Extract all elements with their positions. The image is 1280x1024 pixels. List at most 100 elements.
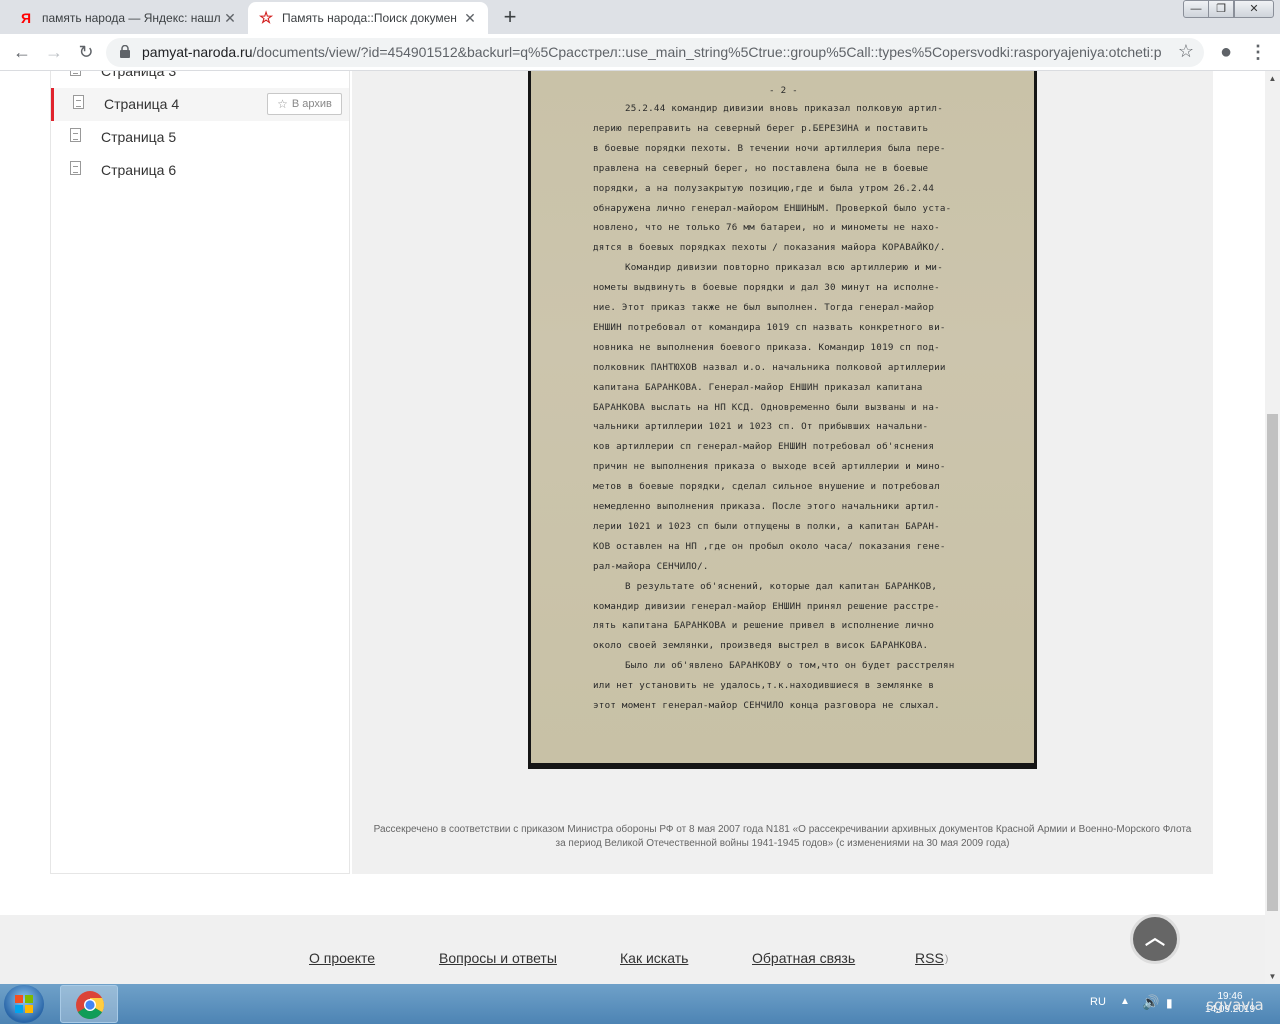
document-text-line: немедленно выполнения приказа. После это… [593, 501, 940, 512]
browser-tab-strip: Я память народа — Яндекс: нашл ✕ ☆ Памят… [0, 0, 1280, 34]
chrome-icon [76, 991, 104, 1019]
footer-link-about[interactable]: О проекте [309, 950, 375, 966]
archive-button-label: В архив [291, 98, 332, 110]
windows-taskbar: RU ▲ 🔊 ▮ 19:46 14.09.2019 [0, 984, 1280, 1024]
declassification-note: Рассекречено в соответствии с приказом М… [373, 824, 1192, 849]
maximize-window-button[interactable]: ❐ [1208, 0, 1234, 18]
close-tab-icon[interactable]: ✕ [462, 10, 478, 27]
page-item-5[interactable]: Страница 5 [51, 121, 349, 154]
url-path: /documents/view/?id=454901512&backurl=q%… [252, 44, 1162, 60]
footer-link-faq[interactable]: Вопросы и ответы [439, 950, 557, 966]
network-icon[interactable]: ▮ [1166, 996, 1173, 1010]
document-text-line: обнаружена лично генерал-майором ЕНШИНЫМ… [593, 202, 952, 214]
volume-icon[interactable]: 🔊 [1142, 994, 1159, 1011]
document-text-line: Командир дивизии повторно приказал всю а… [625, 262, 943, 274]
document-text-line: полковник ПАНТЮХОВ назвал и.о. начальник… [593, 361, 946, 373]
document-text-line: причин не выполнения приказа о выходе вс… [593, 461, 946, 473]
tab-title: Память народа::Поиск докумен [282, 11, 457, 25]
language-indicator[interactable]: RU [1090, 996, 1106, 1008]
lock-icon [120, 45, 130, 58]
document-text-line: рал-майора СЕНЧИЛО/. [593, 560, 709, 572]
star-icon: ☆ [258, 10, 274, 27]
page-item-label: Страница 3 [101, 71, 177, 79]
start-button[interactable] [4, 985, 44, 1023]
document-text: 25.2.44 командир дивизии вновь приказал … [531, 71, 1034, 763]
page-viewport: Страница 3 Страница 4 ☆ В архив Страница… [0, 71, 1265, 984]
page-item-label: Страница 5 [101, 129, 177, 145]
document-text-line: дятся в боевых порядках пехоты / показан… [593, 242, 946, 254]
document-text-line: или нет установить не удалось,т.к.находи… [593, 680, 935, 692]
url-text[interactable]: pamyat-naroda.ru/documents/view/?id=4549… [142, 44, 1162, 60]
document-text-line: лерию переправить на северный берег р.БЕ… [593, 122, 929, 134]
document-text-line: КОВ оставлен на НП ,где он пробыл около … [593, 540, 946, 552]
close-tab-icon[interactable]: ✕ [222, 10, 238, 27]
document-text-line: этот момент генерал-майор СЕНЧИЛО конца … [593, 700, 940, 711]
document-text-line: лерии 1021 и 1023 сп были отпущены в пол… [593, 520, 940, 532]
page-list-sidebar: Страница 3 Страница 4 ☆ В архив Страница… [50, 71, 350, 874]
menu-dots-icon[interactable]: ⋮ [1246, 40, 1270, 64]
footer-link-how-to-search[interactable]: Как искать [620, 950, 688, 966]
tab-yandex-search[interactable]: Я память народа — Яндекс: нашл ✕ [8, 2, 248, 34]
tab-pamyat-naroda[interactable]: ☆ Память народа::Поиск докумен ✕ [248, 2, 488, 34]
watermark: sgvavia [1206, 996, 1264, 1014]
document-text-line: ние. Этот приказ также не был выполнен. … [593, 302, 935, 313]
document-text-line: чальники артиллерии 1021 и 1023 сп. От п… [593, 421, 929, 433]
add-to-archive-button[interactable]: ☆ В архив [267, 93, 342, 115]
document-text-line: командир дивизии генерал-майор ЕНШИН при… [593, 600, 940, 612]
back-arrow-icon[interactable]: ← [10, 40, 34, 64]
page-item-label: Страница 4 [104, 96, 180, 112]
scroll-down-arrow-icon[interactable]: ▼ [1265, 969, 1280, 984]
tab-title: память народа — Яндекс: нашл [42, 11, 221, 25]
document-icon [73, 95, 84, 109]
document-text-line: 25.2.44 командир дивизии вновь приказал … [625, 103, 943, 114]
bookmark-star-icon[interactable]: ☆ [1178, 41, 1194, 62]
document-text-line: около своей землянки, произведя выстрел … [593, 640, 929, 652]
document-text-line: новлено, что не только 76 мм батареи, но… [593, 222, 940, 234]
document-text-line: нометы выдвинуть в боевые порядки и дал … [593, 282, 940, 294]
document-text-line: ков артиллерии сп генерал-майор ЕНШИН по… [593, 441, 935, 453]
document-text-line: Было ли об'явлено БАРАНКОВУ о том,что он… [625, 660, 955, 672]
page-scrollbar[interactable]: ▲ ▼ [1265, 71, 1280, 984]
close-window-button[interactable]: ✕ [1234, 0, 1274, 18]
scrollbar-thumb[interactable] [1267, 414, 1278, 911]
star-icon: ☆ [277, 97, 288, 111]
page-item-label: Страница 6 [101, 162, 177, 178]
site-footer: О проекте Вопросы и ответы Как искать Об… [0, 915, 1265, 984]
footer-link-feedback[interactable]: Обратная связь [752, 950, 855, 966]
document-icon [70, 161, 81, 175]
page-item-6[interactable]: Страница 6 [51, 154, 349, 187]
document-text-line: лять капитана БАРАНКОВА и решение привел… [593, 620, 935, 632]
browser-toolbar: ← → ↻ pamyat-naroda.ru/documents/view/?i… [0, 34, 1280, 71]
tray-expand-icon[interactable]: ▲ [1120, 996, 1130, 1007]
document-paper: - 2 - 25.2.44 командир дивизии вновь при… [531, 71, 1034, 763]
document-icon [70, 128, 81, 142]
document-scan[interactable]: - 2 - 25.2.44 командир дивизии вновь при… [528, 71, 1037, 769]
scroll-up-arrow-icon[interactable]: ▲ [1265, 71, 1280, 86]
footer-link-rss[interactable]: RSS [915, 950, 944, 966]
document-viewer: - 2 - 25.2.44 командир дивизии вновь при… [352, 71, 1213, 874]
windows-logo-icon [15, 995, 33, 1013]
forward-arrow-icon[interactable]: → [42, 40, 66, 64]
scroll-to-top-button[interactable]: ︿ [1130, 914, 1180, 964]
yandex-icon: Я [20, 10, 32, 26]
account-icon[interactable]: ● [1214, 40, 1238, 64]
address-bar[interactable]: pamyat-naroda.ru/documents/view/?id=4549… [106, 38, 1204, 67]
document-text-line: ЕНШИН потребовал от командира 1019 сп на… [593, 321, 946, 333]
minimize-window-button[interactable]: — [1183, 0, 1209, 18]
document-text-line: новника не выполнения боевого приказа. К… [593, 341, 940, 353]
document-text-line: правлена на северный берег, но поставлен… [593, 162, 929, 174]
document-text-line: порядки, а на полузакрытую позицию,где и… [593, 182, 935, 194]
document-text-line: метов в боевые порядки, сделал сильное в… [593, 481, 940, 493]
taskbar-chrome-button[interactable] [60, 985, 118, 1023]
page-item-3[interactable]: Страница 3 [51, 71, 349, 88]
url-domain: pamyat-naroda.ru [142, 44, 253, 60]
document-icon [70, 71, 81, 76]
document-text-line: капитана БАРАНКОВА. Генерал-майор ЕНШИН … [593, 381, 923, 393]
new-tab-button[interactable]: + [498, 6, 522, 30]
page-item-4[interactable]: Страница 4 ☆ В архив [51, 88, 349, 121]
reload-icon[interactable]: ↻ [74, 40, 98, 64]
document-text-line: БАРАНКОВА выслать на НП КСД. Одновременн… [593, 401, 940, 413]
rss-icon: ) [945, 954, 949, 965]
document-text-line: В результате об'яснений, которые дал кап… [625, 580, 938, 592]
document-text-line: в боевые порядки пехоты. В течении ночи … [593, 142, 946, 154]
